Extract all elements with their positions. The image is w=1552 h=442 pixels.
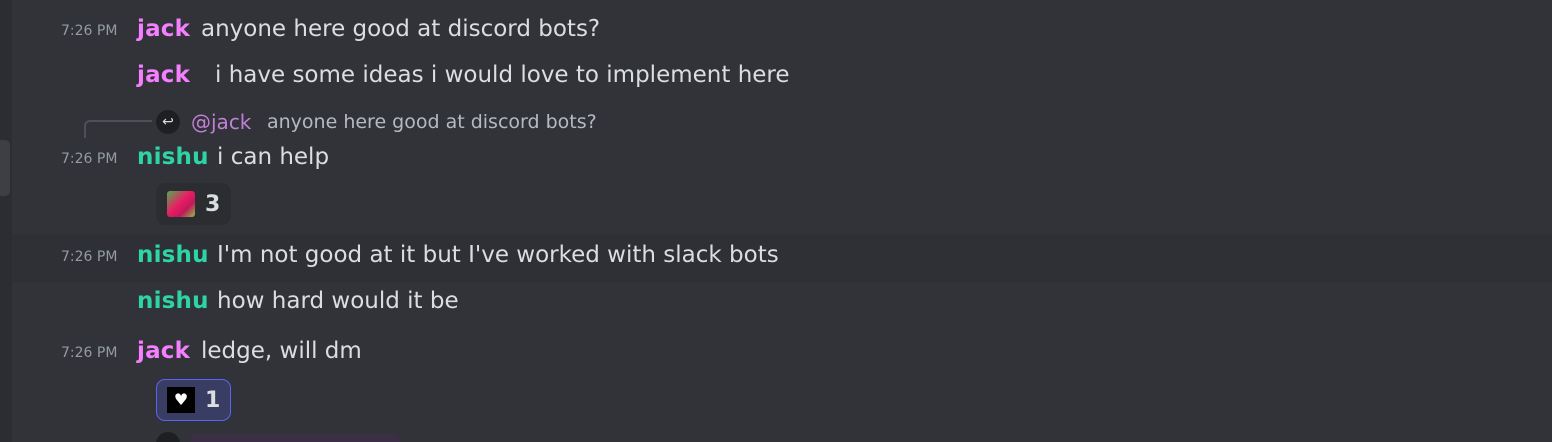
author-name[interactable]: jack: [137, 16, 190, 42]
message-text: how hard would it be: [217, 288, 459, 314]
reply-mention[interactable]: @jack: [191, 110, 251, 134]
timestamp: 7:26 PM: [61, 249, 118, 265]
message-row[interactable]: nishu how hard would it be: [12, 284, 1552, 324]
message-text: I'm not good at it but I've worked with …: [217, 242, 779, 268]
reply-preview-text[interactable]: anyone here good at discord bots?: [267, 111, 597, 133]
reaction-count: 3: [205, 191, 221, 217]
message-row[interactable]: 7:26 PM nishu I'm not good at it but I'v…: [12, 234, 1552, 282]
scrollbar-thumb[interactable]: [0, 140, 10, 196]
message-text: i can help: [217, 144, 330, 170]
channel-sidebar-edge: [0, 0, 12, 442]
reply-spine: [84, 120, 152, 138]
message-text: anyone here good at discord bots?: [201, 16, 601, 42]
author-name[interactable]: jack: [137, 338, 190, 364]
heart-emoji-icon: ♥: [167, 387, 195, 413]
author-name[interactable]: jack: [137, 62, 190, 88]
chat-messages-area: 7:26 PM jack anyone here good at discord…: [0, 0, 1552, 442]
message-row[interactable]: 7:26 PM jack ledge, will dm: [12, 334, 1552, 374]
timestamp: 7:26 PM: [61, 23, 118, 39]
custom-emoji-icon: [167, 191, 195, 217]
message-text: ledge, will dm: [201, 338, 362, 364]
reply-arrow-icon: ↩: [156, 110, 180, 134]
author-name[interactable]: nishu: [137, 288, 209, 314]
timestamp: 7:26 PM: [61, 151, 118, 167]
message-row[interactable]: jack i have some ideas i would love to i…: [12, 58, 1552, 98]
cut-off-reply-preview: [190, 434, 400, 442]
message-row[interactable]: 7:26 PM nishu i can help: [12, 140, 1552, 180]
timestamp: 7:26 PM: [61, 345, 118, 361]
author-name[interactable]: nishu: [137, 144, 209, 170]
reply-arrow-icon: [156, 432, 180, 442]
reply-reference[interactable]: ↩ @jack anyone here good at discord bots…: [12, 108, 1552, 138]
message-text: i have some ideas i would love to implem…: [215, 62, 790, 88]
reaction-button[interactable]: ♥ 1: [156, 379, 232, 421]
reaction-button[interactable]: 3: [156, 183, 232, 225]
message-row[interactable]: 7:26 PM jack anyone here good at discord…: [12, 12, 1552, 52]
reaction-count: 1: [205, 387, 221, 413]
author-name[interactable]: nishu: [137, 242, 209, 268]
